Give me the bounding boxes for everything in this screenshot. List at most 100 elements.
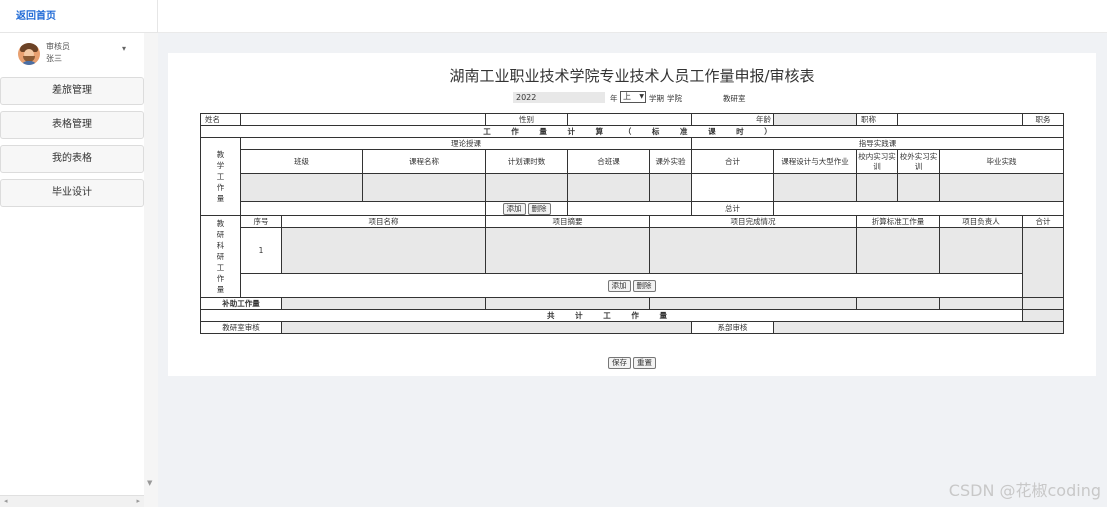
col-project-summary: 项目摘要 [485,215,651,228]
position-row-cell: 职务 [1022,113,1065,126]
aux-input-1[interactable] [280,297,487,310]
scroll-left-icon[interactable]: ◂ [4,497,8,505]
sidebar-horizontal-scrollbar[interactable]: ◂ ▸ [0,495,144,507]
col-converted-workload: 折算标准工作量 [856,215,941,228]
research-actions: 添加 删除 [239,273,1024,298]
faculty-review-label: 系部审核 [691,321,775,334]
year-input[interactable] [513,92,605,103]
age-label: 年龄 [691,113,775,126]
menu-item-forms[interactable]: 表格管理 [0,111,144,139]
merged-class-input[interactable] [567,173,651,202]
user-profile[interactable]: 审核员 张三 ▾ [0,39,157,77]
user-role: 审核员 [46,42,70,51]
col-class: 班级 [240,149,363,174]
col-external-practice: 校外实习实训 [897,149,941,174]
project-summary-input[interactable] [485,227,651,274]
form-actions: 保存 重置 [168,357,1096,369]
chevron-down-icon[interactable]: ▾ [122,44,126,53]
total-label: 总计 [691,201,775,216]
aux-input-4[interactable] [856,297,941,310]
name-field[interactable] [239,113,487,126]
age-field[interactable] [773,113,858,126]
aux-input-5[interactable] [939,297,1024,310]
class-input[interactable] [240,173,363,202]
dept-review-input[interactable] [280,321,693,334]
save-button[interactable]: 保存 [608,357,631,369]
graduation-practice-input[interactable] [939,173,1065,202]
teaching-blank [239,201,487,216]
col-project-status: 项目完成情况 [649,215,858,228]
office-label: 教研室 [723,94,746,103]
research-total-value [1022,227,1065,298]
col-internal-practice: 校内实习实训 [856,149,899,174]
reset-button[interactable]: 重置 [633,357,656,369]
aux-input-2[interactable] [485,297,651,310]
teaching-actions: 添加 删除 [485,201,569,216]
sidebar: 返回首页 审核员 张三 ▾ 差旅管理 表格管理 我的表格 毕业设计 ▼ ◂ ▸ [0,0,158,507]
gender-label: 性别 [485,113,569,126]
app-root: 返回首页 审核员 张三 ▾ 差旅管理 表格管理 我的表格 毕业设计 ▼ ◂ ▸ … [0,0,1107,507]
watermark: CSDN @花椒coding [948,481,1101,500]
planned-hours-input[interactable] [485,173,569,202]
col-course: 课程名称 [361,149,487,174]
theory-total-cell [691,173,775,202]
add-research-button[interactable]: 添加 [607,279,631,292]
research-workload-label: 教研科研工作量 [200,215,241,298]
grand-total-value [1022,309,1065,322]
aux-input-3[interactable] [649,297,858,310]
col-planned-hours: 计划课时数 [485,149,569,174]
aux-total [1022,297,1065,310]
menu-item-graduation[interactable]: 毕业设计 [0,179,144,207]
position-label: 职务 [1035,114,1051,124]
internal-practice-input[interactable] [856,173,899,202]
workload-header: 工 作 量 计 算 （ 标 准 课 时 ） [199,125,1065,138]
college-label: 学院 [667,94,682,103]
converted-workload-input[interactable] [856,227,941,274]
name-label: 姓名 [200,113,241,126]
guidance-label: 指导实践课 [691,137,1065,150]
col-research-total: 合计 [1022,215,1065,228]
teaching-workload-label: 教学工作量 [200,137,241,216]
workload-table: 姓名 性别 年龄 职称 职务 工 作 量 计 算 （ 标 准 课 时 ） 教学工… [199,113,1065,334]
lab-input[interactable] [649,173,693,202]
col-merged-class: 合班课 [567,149,651,174]
menu-item-travel[interactable]: 差旅管理 [0,77,144,105]
course-input[interactable] [361,173,487,202]
form-title: 湖南工业职业技术学院专业技术人员工作量申报/审核表 [449,67,815,85]
grand-total-label: 共 计 工 作 量 [199,309,1024,322]
term-select[interactable]: 上 ▼ [620,91,646,103]
year-label: 年 [610,94,618,103]
avatar [18,43,40,65]
project-status-input[interactable] [649,227,858,274]
delete-teaching-button[interactable]: 删除 [527,202,551,215]
title-label: 职称 [856,113,899,126]
theory-label: 理论授课 [239,137,693,150]
col-lab: 课外实验 [649,149,693,174]
course-design-input[interactable] [773,173,858,202]
delete-research-button[interactable]: 删除 [632,279,656,292]
scroll-right-icon[interactable]: ▸ [136,497,140,505]
user-name: 张三 [46,54,62,63]
term-label: 学期 [649,94,664,103]
faculty-review-input[interactable] [773,321,1065,334]
menu-item-my-forms[interactable]: 我的表格 [0,145,144,173]
external-practice-input[interactable] [897,173,941,202]
project-leader-input[interactable] [939,227,1024,274]
col-project-name: 项目名称 [280,215,487,228]
scroll-down-icon[interactable]: ▼ [147,479,152,487]
term-value: 上 [623,92,631,101]
title-field[interactable] [897,113,1024,126]
form-panel: 湖南工业职业技术学院专业技术人员工作量申报/审核表 年 上 ▼ 学期 学院 教研… [168,53,1096,376]
aux-workload-label: 补助工作量 [200,297,282,310]
gender-field[interactable] [567,113,693,126]
col-graduation-practice: 毕业实践 [939,149,1065,174]
dept-review-label: 教研室审核 [200,321,282,334]
col-theory-total: 合计 [691,149,775,174]
sidebar-vertical-scrollbar[interactable]: ▼ [144,33,158,507]
project-name-input[interactable] [280,227,487,274]
back-home-link[interactable]: 返回首页 [0,0,157,33]
top-bar [158,0,1107,33]
col-project-leader: 项目负责人 [939,215,1024,228]
col-course-design: 课程设计与大型作业 [773,149,858,174]
add-teaching-button[interactable]: 添加 [502,202,526,215]
